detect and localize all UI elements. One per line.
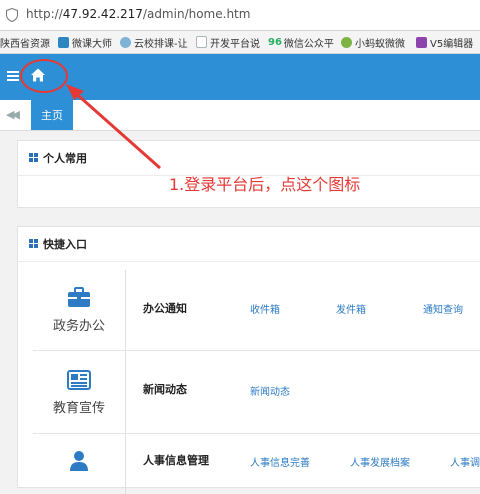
shield-icon — [6, 8, 18, 22]
app-header — [0, 54, 480, 100]
link-notice-query[interactable]: 通知查询 — [423, 301, 463, 316]
link-hr-more[interactable]: 人事调 — [450, 454, 480, 469]
divider — [125, 270, 126, 350]
category-label: 政务办公 — [52, 318, 105, 334]
link-hr-complete[interactable]: 人事信息完善 — [250, 454, 310, 469]
category-education[interactable]: 教育宣传 — [33, 351, 125, 433]
quick-row-education: 教育宣传 新闻动态 新闻动态 — [33, 351, 480, 434]
annotation-circle — [20, 59, 68, 93]
user-icon — [70, 451, 88, 471]
bookmark-icon — [58, 36, 69, 48]
url-text[interactable]: http://47.92.42.217/admin/home.htm — [26, 7, 250, 21]
divider — [125, 434, 126, 494]
browser-address-bar[interactable]: http://47.92.42.217/admin/home.htm — [0, 0, 480, 31]
bookmark-item[interactable]: 小蚂蚁微微 — [341, 35, 405, 50]
bookmarks-bar: 陕西省资源 微课大师 云校排课-让 开发平台说 96 微信公众平 小蚂蚁微微 V5… — [0, 31, 480, 54]
bookmark-item[interactable]: 96 微信公众平 — [268, 35, 334, 50]
row-title: 新闻动态 — [143, 383, 187, 396]
bookmark-item[interactable]: 陕西省资源 — [0, 35, 50, 50]
annotation-text: 1.登录平台后，点这个图标 — [169, 175, 361, 194]
bookmark-item[interactable]: V5编辑器 — [416, 35, 473, 50]
tab-home[interactable]: 主页 — [31, 100, 73, 130]
editor-icon — [416, 36, 427, 48]
link-outbox[interactable]: 发件箱 — [336, 301, 366, 316]
category-label: 教育宣传 — [52, 400, 105, 416]
quick-row-hr: 人事信息管理 人事信息完善 人事发展档案 人事调 — [33, 434, 480, 494]
hamburger-icon[interactable] — [7, 71, 19, 81]
grid-icon — [29, 239, 39, 249]
row-title: 人事信息管理 — [143, 454, 209, 467]
panel-header: 快捷入口 — [18, 227, 480, 262]
link-inbox[interactable]: 收件箱 — [250, 301, 280, 316]
quick-row-office: 政务办公 办公通知 收件箱 发件箱 通知查询 — [33, 270, 480, 351]
category-office[interactable]: 政务办公 — [33, 270, 125, 350]
panel-title: 个人常用 — [43, 152, 87, 165]
grid-icon — [29, 153, 39, 163]
briefcase-icon — [68, 286, 90, 307]
newspaper-icon — [67, 369, 91, 390]
cloud-icon — [120, 36, 131, 48]
divider — [125, 351, 126, 433]
page-icon — [196, 36, 207, 48]
row-title: 办公通知 — [143, 302, 187, 315]
ant-icon — [341, 36, 352, 48]
panel-title: 快捷入口 — [43, 238, 87, 251]
bookmark-item[interactable]: 微课大师 — [58, 35, 112, 50]
link-hr-archive[interactable]: 人事发展档案 — [350, 454, 410, 469]
link-news[interactable]: 新闻动态 — [250, 383, 290, 398]
category-hr[interactable] — [33, 434, 125, 494]
bookmark-item[interactable]: 云校排课-让 — [120, 35, 188, 50]
tab-bar: ◀◀ 主页 — [0, 100, 480, 131]
bookmark-item[interactable]: 开发平台说 — [196, 35, 260, 50]
double-left-icon[interactable]: ◀◀ — [6, 108, 20, 121]
